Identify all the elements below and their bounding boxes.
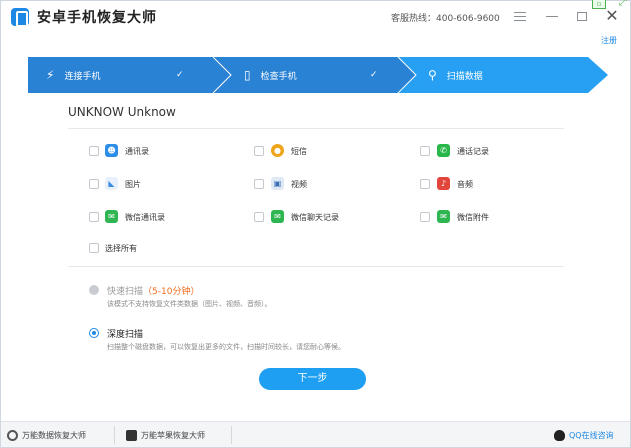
register-link[interactable]: 注册: [601, 35, 617, 46]
divider-top: [68, 128, 564, 129]
category-label-audio[interactable]: 音频: [457, 179, 473, 190]
plug-icon: ⚡: [46, 68, 55, 82]
checkbox-wechat-attachments[interactable]: [420, 212, 430, 222]
phone-icon: ▯: [244, 68, 251, 82]
step-check-check-icon: ✓: [370, 70, 378, 80]
checkbox-sms[interactable]: [254, 146, 264, 156]
deep-scan-desc: 扫描整个磁盘数据，可以恢复出更多的文件，扫描时间较长，请您耐心等候。: [107, 343, 345, 351]
step-check: ▯ 检查手机: [244, 57, 297, 93]
step-progress-bar: ⚡ 连接手机 ✓ ▯ 检查手机 ✓ ⚲ 扫描数据: [28, 57, 608, 93]
minimize-button[interactable]: [541, 5, 563, 27]
call-log-icon: ✆: [437, 144, 450, 157]
contacts-icon: ☻: [105, 144, 118, 157]
maximize-button[interactable]: [571, 5, 593, 27]
menu-button[interactable]: [509, 5, 531, 27]
app-window: 安卓手机恢复大师 客服热线：400-606-9600 ✕ ▫ ⤢ 注册 ⚡ 连接…: [0, 0, 631, 448]
video-icon: ▣: [271, 177, 284, 190]
category-label-video[interactable]: 视频: [291, 179, 307, 190]
category-label-wechat-chat[interactable]: 微信聊天记录: [291, 212, 339, 223]
apple-recovery-icon: [126, 429, 137, 441]
resize-icon: ⤢: [619, 0, 627, 8]
checkbox-wechat-contacts[interactable]: [89, 212, 99, 222]
category-label-call-log[interactable]: 通话记录: [457, 146, 489, 157]
qq-support-label: QQ在线咨询: [569, 430, 614, 440]
quick-scan-title[interactable]: 快速扫描（5-10分钟）: [107, 284, 199, 297]
category-label-sms[interactable]: 短信: [291, 146, 307, 157]
wechat-icon: ✉: [271, 210, 284, 223]
qq-icon: [554, 429, 565, 441]
app-title: 安卓手机恢复大师: [37, 10, 157, 26]
quick-scan-time: （5-10分钟）: [143, 287, 200, 297]
category-label-wechat-contacts[interactable]: 微信通讯录: [125, 212, 165, 223]
corner-badge-icon: ▫: [592, 0, 606, 9]
checkbox-wechat-chat[interactable]: [254, 212, 264, 222]
data-recovery-icon: [7, 429, 18, 441]
step-check-label: 检查手机: [260, 71, 297, 82]
quick-scan-desc: 该模式不支持恢复文件类数据（图片、视频、音频）。: [107, 300, 272, 308]
link-apple-recovery-label: 万能苹果恢复大师: [141, 430, 205, 440]
step-connect-label: 连接手机: [64, 71, 101, 82]
link-data-recovery[interactable]: 万能数据恢复大师: [7, 427, 86, 443]
step-connect-check-icon: ✓: [176, 70, 184, 80]
step-scan-label: 扫描数据: [446, 71, 483, 82]
step-connect: ⚡ 连接手机: [46, 57, 100, 93]
bottom-separator-1: [114, 426, 115, 444]
picture-icon: ◣: [105, 177, 118, 190]
radio-deep-scan[interactable]: [89, 328, 99, 338]
link-data-recovery-label: 万能数据恢复大师: [22, 430, 86, 440]
checkbox-call-log[interactable]: [420, 146, 430, 156]
checkbox-video[interactable]: [254, 179, 264, 189]
checkbox-audio[interactable]: [420, 179, 430, 189]
category-label-contacts[interactable]: 通讯录: [125, 146, 149, 157]
step-bar-shapes: [28, 57, 608, 93]
next-button[interactable]: 下一步: [259, 368, 366, 390]
audio-icon: ♪: [437, 177, 450, 190]
category-label-wechat-attachments[interactable]: 微信附件: [457, 212, 489, 223]
device-name: UNKNOW Unknow: [68, 105, 176, 119]
checkbox-contacts[interactable]: [89, 146, 99, 156]
divider-middle: [68, 266, 564, 267]
bottom-separator-2: [231, 426, 232, 444]
wechat-icon: ✉: [105, 210, 118, 223]
link-apple-recovery[interactable]: 万能苹果恢复大师: [126, 427, 205, 443]
select-all-label[interactable]: 选择所有: [105, 243, 137, 254]
radio-quick-scan[interactable]: [89, 285, 99, 295]
hotline-text: 客服热线：400-606-9600: [391, 14, 500, 24]
sms-icon: ●: [271, 144, 284, 157]
title-bar: 安卓手机恢复大师 客服热线：400-606-9600 ✕ ▫ ⤢: [1, 0, 630, 33]
bottom-bar: 万能数据恢复大师 万能苹果恢复大师 QQ在线咨询: [1, 421, 630, 447]
quick-scan-label: 快速扫描: [107, 287, 144, 297]
app-logo-icon: [11, 8, 29, 27]
checkbox-select-all[interactable]: [89, 243, 99, 253]
qq-support-link[interactable]: QQ在线咨询: [554, 427, 614, 443]
step-scan: ⚲ 扫描数据: [428, 57, 483, 93]
wechat-icon: ✉: [437, 210, 450, 223]
search-icon: ⚲: [428, 68, 437, 82]
deep-scan-title[interactable]: 深度扫描: [107, 327, 143, 340]
category-label-picture[interactable]: 图片: [125, 179, 141, 190]
checkbox-picture[interactable]: [89, 179, 99, 189]
